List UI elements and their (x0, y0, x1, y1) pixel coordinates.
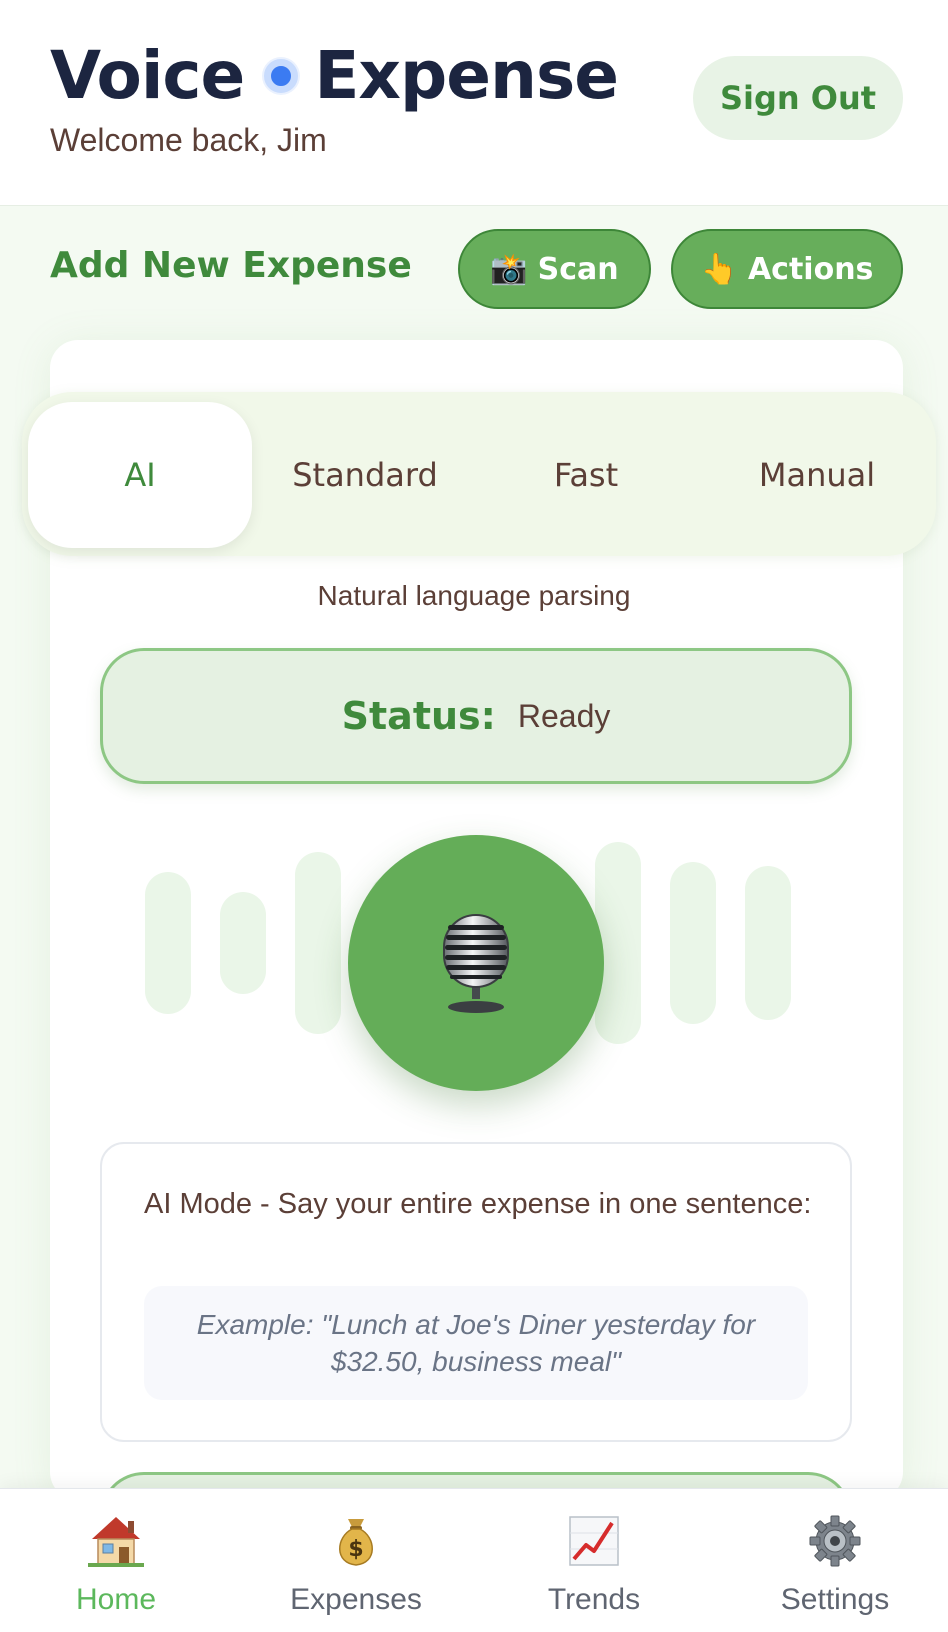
mode-tab-manual[interactable]: Manual (712, 402, 922, 548)
mode-tab-fast[interactable]: Fast (497, 402, 675, 548)
actions-button[interactable]: 👆 Actions (671, 229, 903, 309)
nav-item-expenses[interactable]: $ Expenses (246, 1489, 466, 1632)
wave-bar (220, 892, 266, 994)
svg-text:$: $ (348, 1537, 363, 1562)
nav-item-home[interactable]: Home (6, 1489, 226, 1632)
app-logo: Voice Expense (50, 36, 619, 116)
wave-bar (295, 852, 341, 1034)
microphone-icon (443, 914, 509, 1013)
brand-word-voice: Voice (50, 37, 245, 114)
hint-title: AI Mode - Say your entire expense in one… (144, 1188, 812, 1220)
gear-icon (805, 1511, 865, 1571)
status-value: Ready (517, 697, 611, 734)
status-label: Status: (341, 694, 496, 738)
mode-tab-ai[interactable]: AI (28, 402, 252, 548)
mode-selector: AI Standard Fast Manual (22, 392, 936, 556)
welcome-message: Welcome back, Jim (50, 122, 327, 158)
wave-bar (670, 862, 716, 1024)
record-button[interactable] (348, 835, 604, 1091)
nav-item-settings[interactable]: Settings (725, 1489, 945, 1632)
money-bag-icon: $ (326, 1511, 386, 1571)
section-title: Add New Expense (50, 245, 412, 286)
mode-tab-standard[interactable]: Standard (260, 402, 470, 548)
house-icon (86, 1511, 146, 1571)
nav-label-expenses: Expenses (290, 1583, 422, 1616)
bottom-navigation: Home $ Expenses Trends Settings (0, 1488, 948, 1632)
ai-mode-hint: AI Mode - Say your entire expense in one… (100, 1142, 852, 1442)
nav-label-trends: Trends (547, 1583, 641, 1616)
nav-item-trends[interactable]: Trends (484, 1489, 704, 1632)
status-panel: Status: Ready (100, 648, 852, 784)
wave-bar (745, 866, 791, 1020)
brand-dot-icon (264, 59, 299, 93)
wave-bar (145, 872, 191, 1014)
hint-example: Example: "Lunch at Joe's Diner yesterday… (144, 1286, 808, 1400)
pointing-hand-icon: 👆 (700, 251, 738, 287)
nav-label-settings: Settings (780, 1583, 890, 1616)
nav-label-home: Home (75, 1583, 157, 1616)
scan-button[interactable]: 📸 Scan (458, 229, 651, 309)
sign-out-button[interactable]: Sign Out (693, 56, 903, 140)
app-header: Voice Expense Welcome back, Jim Sign Out (0, 0, 948, 206)
scan-label: Scan (537, 251, 619, 287)
chart-increasing-icon (564, 1511, 624, 1571)
actions-label: Actions (747, 251, 874, 287)
camera-flash-icon: 📸 (490, 251, 528, 287)
mode-description: Natural language parsing (317, 580, 631, 611)
brand-word-expense: Expense (314, 37, 619, 114)
